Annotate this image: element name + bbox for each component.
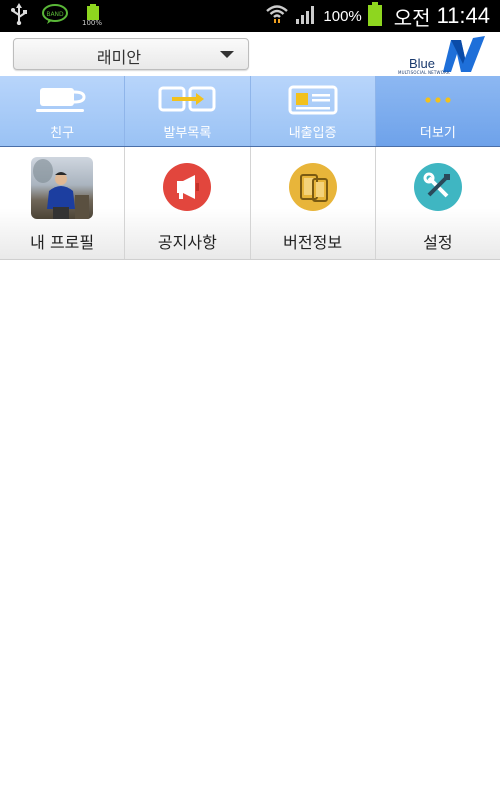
app-header: 래미안 Blue MULTISOCIAL NETWORK — [0, 32, 500, 77]
battery-percent: 100% — [323, 7, 362, 25]
battery-small-icon: 100% — [82, 4, 104, 28]
devices-icon — [288, 163, 337, 211]
menu-notices[interactable]: 공지사항 — [125, 147, 251, 259]
cup-icon — [34, 84, 90, 116]
menu-version-info[interactable]: 버전정보 — [250, 147, 376, 259]
menu-my-profile-label: 내 프로필 — [30, 233, 95, 252]
status-bar: BAND 100% 100% 오전 11:44 — [0, 0, 500, 32]
id-card-icon — [288, 84, 338, 116]
status-ampm: 오전 — [393, 5, 431, 30]
tab-more-label: 더보기 — [419, 126, 456, 141]
tools-icon — [413, 163, 462, 211]
tab-my-pass-label: 내출입증 — [288, 126, 337, 141]
menu-settings-label: 설정 — [423, 233, 453, 252]
more-dots-icon — [418, 84, 458, 116]
menu-version-info-label: 버전정보 — [283, 233, 343, 252]
tab-friends-label: 친구 — [50, 126, 75, 141]
apartment-selector-value: 래미안 — [96, 48, 142, 67]
more-menu-grid: 내 프로필 공지사항 버전정보 설정 — [0, 147, 500, 260]
svg-text:BAND: BAND — [46, 11, 64, 18]
battery-small-text: 100% — [82, 19, 103, 27]
battery-icon — [367, 2, 382, 30]
usb-icon — [10, 3, 28, 29]
menu-notices-label: 공지사항 — [157, 233, 217, 252]
tab-issued-list-label: 발부목록 — [163, 126, 212, 141]
tab-friends[interactable]: 친구 — [0, 76, 126, 146]
apartment-selector[interactable]: 래미안 — [13, 38, 249, 70]
megaphone-icon — [163, 163, 212, 211]
tab-issued-list[interactable]: 발부목록 — [125, 76, 251, 146]
signal-icon — [295, 4, 317, 28]
profile-photo — [31, 157, 94, 219]
wifi-icon — [265, 3, 289, 29]
blue-n-logo: Blue MULTISOCIAL NETWORK — [393, 34, 488, 75]
band-chat-icon: BAND — [42, 4, 68, 28]
caret-down-icon — [220, 51, 234, 58]
logo-subtext: MULTISOCIAL NETWORK — [398, 70, 450, 75]
menu-settings[interactable]: 설정 — [375, 147, 500, 259]
tab-my-pass[interactable]: 내출입증 — [250, 76, 376, 146]
logo-text: Blue — [409, 56, 436, 71]
status-time: 11:44 — [436, 3, 490, 28]
tab-more[interactable]: 더보기 — [375, 76, 500, 146]
main-tab-bar: 친구 발부목록 내출입증 더보기 — [0, 76, 500, 147]
transfer-icon — [158, 84, 216, 116]
menu-my-profile[interactable]: 내 프로필 — [0, 147, 126, 259]
